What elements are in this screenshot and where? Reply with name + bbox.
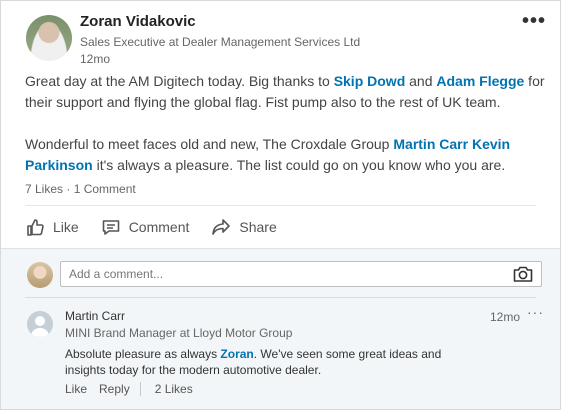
likes-count[interactable]: 7 Likes [25, 182, 63, 196]
post-text-segment: it's always a pleasure. The list could g… [92, 157, 506, 173]
share-button[interactable]: Share [211, 217, 277, 237]
more-options-icon[interactable]: ••• [522, 11, 546, 31]
mention-martin-carr[interactable]: Martin Carr [393, 136, 468, 152]
comment-text: Absolute pleasure as always Zoran. We've… [65, 346, 485, 378]
comment-like-button[interactable]: Like [65, 382, 87, 396]
post-timestamp: 12mo [80, 52, 111, 66]
like-label: Like [53, 219, 79, 235]
social-counts: 7 Likes · 1 Comment [25, 182, 136, 196]
divider [25, 205, 536, 206]
mention-skip-dowd[interactable]: Skip Dowd [334, 73, 406, 89]
author-headline: Sales Executive at Dealer Management Ser… [80, 35, 361, 49]
like-button[interactable]: Like [25, 217, 79, 237]
commenter-headline: MINI Brand Manager at Lloyd Motor Group [65, 326, 293, 340]
comment-label: Comment [128, 219, 190, 235]
comment-timestamp: 12mo [490, 310, 521, 324]
comment-text-segment: Absolute pleasure as always [65, 347, 221, 361]
comment-button[interactable]: Comment [101, 217, 190, 237]
share-label: Share [239, 219, 277, 235]
commenter-name[interactable]: Martin Carr [65, 309, 125, 323]
comment-composer[interactable] [60, 261, 542, 287]
feed-post-card: Zoran Vidakovic Sales Executive at Deale… [0, 0, 561, 410]
thumbs-up-icon [25, 217, 45, 237]
comments-section: Martin Carr MINI Brand Manager at Lloyd … [1, 248, 560, 409]
person-placeholder-icon [31, 316, 49, 337]
post-text-segment: and [405, 73, 437, 89]
add-comment-input[interactable] [61, 262, 499, 286]
divider [25, 297, 536, 298]
commenter-avatar[interactable] [27, 311, 53, 337]
comments-count[interactable]: 1 Comment [74, 182, 136, 196]
mention-adam-flegge[interactable]: Adam Flegge [436, 73, 524, 89]
comment-reply-button[interactable]: Reply [99, 382, 130, 396]
post-actions: Like Comment Share [25, 215, 277, 239]
current-user-avatar [27, 262, 53, 288]
author-avatar[interactable] [26, 15, 72, 61]
comment-icon [101, 217, 121, 237]
post-text: Great day at the AM Digitech today. Big … [25, 71, 545, 176]
post-text-segment: Great day at the AM Digitech today. Big … [25, 73, 334, 89]
comment-actions: Like Reply 2 Likes [65, 382, 193, 396]
mention-zoran[interactable]: Zoran [220, 347, 253, 361]
post-paragraph: Great day at the AM Digitech today. Big … [25, 71, 545, 113]
divider [139, 382, 141, 396]
comment-likes-count[interactable]: 2 Likes [155, 382, 193, 396]
comment-more-icon[interactable]: ··· [527, 304, 544, 320]
share-arrow-icon [211, 217, 231, 237]
post-paragraph: Wonderful to meet faces old and new, The… [25, 134, 545, 176]
author-name[interactable]: Zoran Vidakovic [80, 13, 196, 30]
counts-separator: · [63, 182, 74, 196]
camera-icon[interactable] [513, 265, 533, 288]
post-text-segment: Wonderful to meet faces old and new, The… [25, 136, 394, 152]
